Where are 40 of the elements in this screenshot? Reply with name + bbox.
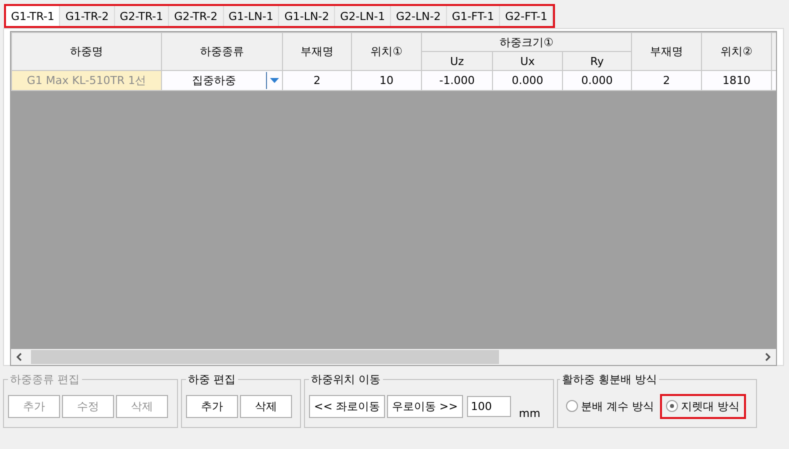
table-cell: G1 Max KL-510TR 1선 — [12, 70, 162, 90]
column-header: 위치② — [702, 32, 772, 70]
horizontal-scrollbar[interactable] — [11, 349, 776, 365]
move-button[interactable]: << 좌로이동 — [309, 394, 385, 418]
column-header: 부재명 — [632, 32, 702, 70]
group-title: 하중종류 편집 — [9, 372, 80, 387]
table-cell: 0.000 — [492, 70, 562, 90]
column-header: 위치① — [352, 32, 422, 70]
scroll-right-icon[interactable] — [765, 353, 771, 361]
group-button[interactable]: 추가 — [186, 394, 238, 418]
column-header: 부재명 — [282, 32, 352, 70]
table-cell: 0.000 — [562, 70, 632, 90]
group-title: 하중위치 이동 — [310, 372, 382, 387]
dropdown-caret-icon[interactable] — [270, 78, 279, 83]
scroll-left-icon[interactable] — [16, 353, 22, 361]
column-header: 하중명 — [12, 32, 162, 70]
scrollbar-thumb[interactable] — [31, 350, 499, 364]
table-cell: 1810 — [702, 70, 772, 90]
radio-icon[interactable] — [666, 400, 678, 412]
tab[interactable]: G1-LN-1 — [224, 6, 280, 26]
column-group-header: 하중크기① — [422, 32, 632, 52]
radio-icon[interactable] — [566, 400, 578, 412]
radio-option[interactable]: 분배 계수 방식 — [560, 394, 660, 418]
move-button[interactable]: 우로이동 >> — [386, 394, 463, 418]
group-title: 활하중 횡분배 방식 — [561, 372, 658, 387]
load-type-dropdown[interactable]: 집중하중 — [162, 71, 282, 90]
radio-option[interactable]: 지렛대 방식 — [660, 394, 746, 418]
column-header: Ux — [492, 52, 562, 70]
group-button[interactable]: 삭제 — [240, 394, 292, 418]
column-header: 하중종류 — [162, 32, 282, 70]
table-cell: 2 — [282, 70, 352, 90]
column-header: Ry — [562, 52, 632, 70]
tab[interactable]: G1-TR-1 — [6, 6, 60, 26]
table-cell: -1.000 — [422, 70, 492, 90]
table-cell: 10 — [352, 70, 422, 90]
table-cell: 2 — [632, 70, 702, 90]
column-header: Uz — [422, 52, 492, 70]
group-title: 하중 편집 — [187, 372, 236, 387]
unit-label: mm — [518, 407, 540, 420]
distance-input[interactable]: 100 — [466, 396, 511, 416]
